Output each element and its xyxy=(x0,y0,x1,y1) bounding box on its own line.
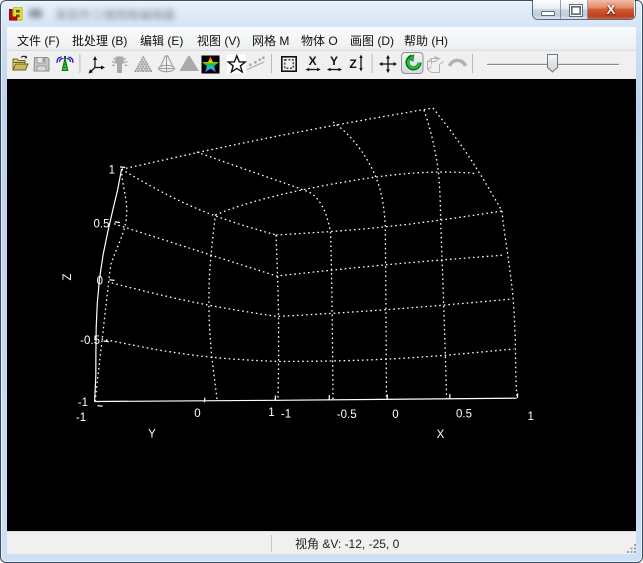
svg-text:Z: Z xyxy=(62,273,74,280)
svg-text:0.5: 0.5 xyxy=(94,219,110,231)
svg-text:-0.5: -0.5 xyxy=(337,409,357,421)
svg-text:Y: Y xyxy=(330,54,338,68)
svg-text:0.5: 0.5 xyxy=(456,409,472,421)
svg-text:-1: -1 xyxy=(76,412,86,424)
svg-text:X: X xyxy=(309,54,317,68)
svg-text:Y: Y xyxy=(148,429,156,441)
svg-text:0: 0 xyxy=(194,408,200,420)
svg-text:-1: -1 xyxy=(281,409,291,421)
svg-text:X: X xyxy=(437,429,445,441)
svg-text:1: 1 xyxy=(268,407,274,419)
svg-text:0: 0 xyxy=(392,409,398,421)
svg-text:1: 1 xyxy=(109,165,115,177)
svg-text:Z: Z xyxy=(349,57,356,71)
svg-text:-0.5: -0.5 xyxy=(80,335,100,347)
svg-text:1: 1 xyxy=(527,411,533,423)
svg-text:0: 0 xyxy=(97,276,103,288)
svg-text:-1: -1 xyxy=(78,397,88,409)
